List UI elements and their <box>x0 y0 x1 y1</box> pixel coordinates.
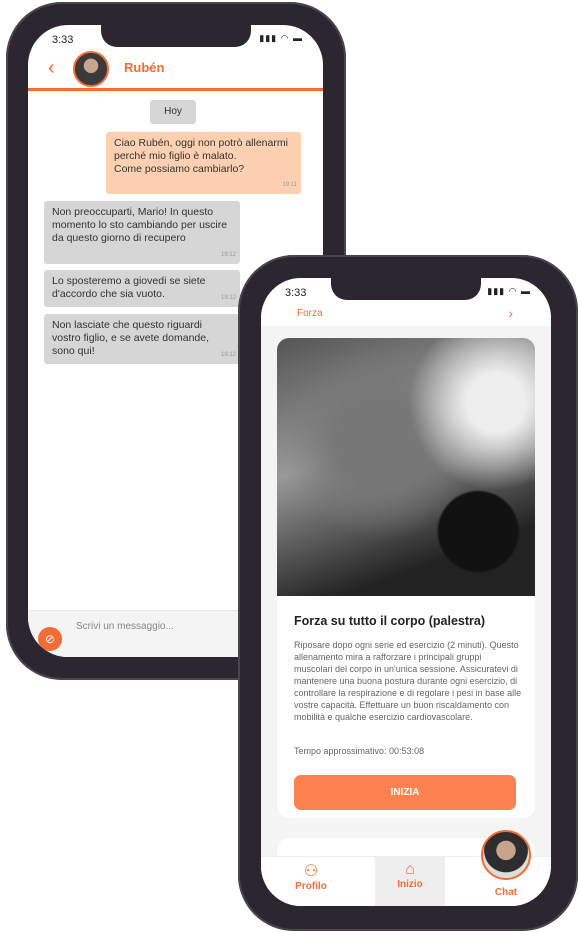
header-divider <box>28 88 323 91</box>
status-icons: ▮▮▮ ◠ ▬ <box>259 33 303 43</box>
message-text: Non preoccuparti, Mario! In questo momen… <box>52 206 228 244</box>
chat-avatar[interactable] <box>481 830 531 880</box>
workout-title: Forza su tutto il corpo (palestra) <box>294 614 485 628</box>
workout-card: Forza su tutto il corpo (palestra) Ripos… <box>277 338 535 818</box>
message-text: Lo sposteremo a giovedi se siete d'accor… <box>52 275 206 300</box>
nav-chat[interactable]: Chat <box>476 887 536 898</box>
nav-label: Profilo <box>295 881 327 892</box>
date-chip: Hoy <box>150 100 196 124</box>
message-incoming: Lo sposteremo a giovedi se siete d'accor… <box>44 270 240 307</box>
message-input[interactable]: Scrivi un messaggio... <box>76 621 174 632</box>
notch <box>331 278 481 300</box>
notch <box>100 25 251 47</box>
workout-screen: 3:33 ▮▮▮ ◠ ▬ Forza › Forza su tutto il c… <box>261 278 551 906</box>
status-time: 3:33 <box>285 287 307 299</box>
contact-name: Rubén <box>124 60 165 75</box>
nav-profilo[interactable]: ⚇ Profilo <box>281 861 341 892</box>
status-time: 3:33 <box>52 34 74 46</box>
status-icons: ▮▮▮ ◠ ▬ <box>487 286 531 296</box>
attach-button[interactable]: ⊘ <box>38 627 62 651</box>
nav-inizio[interactable]: ⌂ Inizio <box>375 857 445 906</box>
message-incoming: Non preoccuparti, Mario! In questo momen… <box>44 201 240 264</box>
nav-label: Chat <box>494 887 518 898</box>
start-button[interactable]: INIZIA <box>294 775 516 810</box>
category-title: Forza <box>297 308 323 319</box>
workout-description: Riposare dopo ogni serie ed esercizio (2… <box>294 640 522 722</box>
approx-time: Tempo approssimativo: 00:53:08 <box>294 746 425 756</box>
message-text: Non lasciate che questo riguardi vostro … <box>52 319 210 357</box>
message-time: 19:12 <box>220 295 236 301</box>
message-text: Ciao Rubén, oggi non potrò allenarmi per… <box>114 137 288 175</box>
home-icon: ⌂ <box>405 861 415 878</box>
message-incoming: Non lasciate che questo riguardi vostro … <box>44 314 240 364</box>
workout-image <box>277 338 535 596</box>
message-time: 19:11 <box>282 182 297 188</box>
message-outgoing: Ciao Rubén, oggi non potrò allenarmi per… <box>106 132 301 194</box>
avatar[interactable] <box>73 51 109 87</box>
user-icon: ⚇ <box>303 863 319 880</box>
back-icon[interactable]: ‹ <box>48 57 55 80</box>
chevron-right-icon[interactable]: › <box>508 305 513 321</box>
nav-label: Inizio <box>397 879 423 890</box>
message-time: 19:12 <box>220 252 236 258</box>
message-time: 19:12 <box>220 352 236 358</box>
